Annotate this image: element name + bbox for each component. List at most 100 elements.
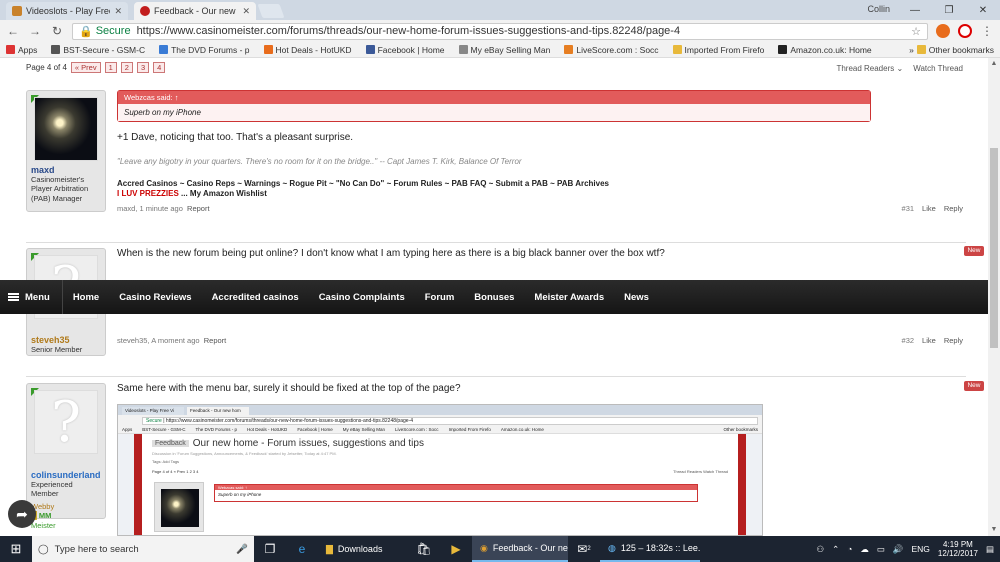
microphone-icon[interactable]: 🎤 [236,544,248,555]
task-view-icon[interactable]: ❐ [254,536,286,562]
like-button[interactable]: Like [922,204,936,213]
like-button[interactable]: Like [922,336,936,345]
nav-casino-complaints[interactable]: Casino Complaints [309,292,415,303]
nav-casino-reviews[interactable]: Casino Reviews [109,292,201,303]
opera-extension-icon[interactable] [958,24,972,38]
tab-feedback[interactable]: Feedback - Our new hom ✕ [134,2,256,20]
display-icon[interactable]: ▭ [877,544,885,555]
profile-name[interactable]: Collin [867,4,890,14]
page-3-button[interactable]: 3 [136,62,150,73]
taskbar-app-torrent[interactable]: ◍ 125 – 18:32s :: Lee... [600,536,700,562]
bookmark-star-icon[interactable]: ☆ [911,25,921,38]
mail-icon[interactable]: ✉ 2 [568,536,600,562]
volume-icon[interactable]: 🔊 [893,544,904,555]
maximize-icon[interactable]: ❐ [932,0,966,20]
network-icon[interactable]: ◔ [847,544,852,554]
bookmark-apps[interactable]: Apps [6,45,37,55]
other-bookmarks[interactable]: Other bookmarks [916,45,994,55]
media-player-icon[interactable]: ▶ [440,536,472,562]
report-link[interactable]: Report [204,336,227,345]
scroll-up-icon[interactable]: ▲ [988,58,1000,70]
bookmark-favicon-icon [458,45,468,54]
nav-bonuses[interactable]: Bonuses [464,292,524,303]
quote-author[interactable]: Webzcas said: ↑ [118,91,870,104]
embed-tags: Tags: Add Tags [152,459,180,464]
prev-page-button[interactable]: « Prev [70,62,101,73]
bookmark-bst[interactable]: BST-Secure - GSM-C [51,45,145,55]
close-window-icon[interactable]: ✕ [966,0,1000,20]
nav-news[interactable]: News [614,292,659,303]
thread-readers-link[interactable]: Thread Readers ⌄ [836,64,903,73]
nav-forum[interactable]: Forum [415,292,465,303]
post-message: Same here with the menu bar, surely it s… [117,383,461,394]
bookmark-hotukdeals[interactable]: Hot Deals - HotUKD [263,45,352,55]
hamburger-icon [8,293,19,301]
post-author-time[interactable]: steveh35, A moment ago [117,336,200,345]
taskbar-clock[interactable]: 4:19 PM 12/12/2017 [938,540,978,558]
nav-accredited-casinos[interactable]: Accredited casinos [202,292,309,303]
username-link[interactable]: maxd [27,161,105,175]
embedded-screenshot[interactable]: Videoslots - Play Free Vi Feedback - Our… [117,404,763,536]
action-center-icon[interactable]: ▤ [986,544,994,555]
url-text[interactable]: https://www.casinomeister.com/forums/thr… [137,25,906,37]
username-link[interactable]: colinsunderland [27,466,105,480]
chrome-menu-icon[interactable]: ⋮ [980,24,994,38]
page-2-button[interactable]: 2 [120,62,133,73]
menu-button[interactable]: Menu [0,280,63,314]
avatar[interactable] [34,390,98,454]
extension-icon[interactable] [936,24,950,38]
store-icon[interactable]: 🛍 [408,536,440,562]
back-icon[interactable]: ← [6,24,20,38]
minimize-icon[interactable]: — [898,0,932,20]
watch-thread-link[interactable]: Watch Thread [913,64,963,73]
page-scrollbar[interactable]: ▲ ▼ [988,58,1000,536]
bookmark-amazon[interactable]: Amazon.co.uk: Home [778,45,872,55]
taskbar-search-box[interactable]: ◯ Type here to search 🎤 [32,536,254,562]
bookmarks-bar: Apps BST-Secure - GSM-C The DVD Forums -… [0,42,1000,58]
signature-wishlist[interactable]: I LUV PREZZIES ... My Amazon Wishlist [117,189,963,198]
user-title: Senior Member [31,345,83,354]
forward-icon[interactable]: → [28,24,42,38]
close-tab-icon[interactable]: ✕ [114,6,122,17]
reply-button[interactable]: Reply [944,204,963,213]
bookmark-ebay[interactable]: My eBay Selling Man [458,45,550,55]
signature-prezzies[interactable]: I LUV PREZZIES [117,189,179,198]
scrollbar-thumb[interactable] [990,148,998,348]
flame-icon [263,45,273,54]
edge-browser-icon[interactable]: e [286,536,318,562]
bookmark-imported-firefox[interactable]: Imported From Firefo [672,45,764,55]
reload-icon[interactable]: ↻ [50,24,64,38]
bookmark-livescore[interactable]: LiveScore.com : Socc [564,45,659,55]
reply-button[interactable]: Reply [944,336,963,345]
nav-meister-awards[interactable]: Meister Awards [524,292,614,303]
post-author-time[interactable]: maxd, 1 minute ago [117,204,183,213]
share-icon[interactable]: ➦ [8,500,36,528]
taskbar-app-downloads[interactable]: ▇ Downloads [318,536,408,562]
taskbar-app-chrome[interactable]: ◉ Feedback - Our ne... [472,536,568,562]
bookmarks-overflow-icon[interactable]: » [909,45,914,55]
avatar[interactable] [34,97,98,161]
report-link[interactable]: Report [187,204,210,213]
tray-overflow-icon[interactable]: ⌃ [832,544,839,555]
windows-start-icon[interactable]: ⊞ [0,536,32,562]
tab-videoslots[interactable]: Videoslots - Play Free Vi ✕ [6,2,128,20]
post-number[interactable]: #31 [902,204,915,213]
apps-grid-icon [6,45,15,54]
bookmark-facebook[interactable]: Facebook | Home [365,45,445,55]
cloud-icon[interactable]: ☁ [860,544,869,555]
people-icon[interactable]: ⚇ [816,544,824,555]
nav-home[interactable]: Home [63,292,109,303]
signature-links[interactable]: Accred Casinos ~ Casino Reps ~ Warnings … [117,179,963,188]
language-indicator[interactable]: ENG [912,544,930,554]
signature-amazon-wishlist[interactable]: ... My Amazon Wishlist [181,189,267,198]
omnibox[interactable]: 🔒 Secure https://www.casinomeister.com/f… [72,22,928,40]
page-4-button[interactable]: 4 [153,62,166,73]
scroll-down-icon[interactable]: ▼ [988,524,1000,536]
new-tab-button[interactable] [257,4,285,18]
username-link[interactable]: steveh35 [27,331,105,345]
page-viewport: Page 4 of 4 « Prev 1 2 3 4 Thread Reader… [0,58,988,536]
page-1-button[interactable]: 1 [104,62,117,73]
close-tab-icon[interactable]: ✕ [242,6,250,17]
post-number[interactable]: #32 [902,336,915,345]
bookmark-dvd-forums[interactable]: The DVD Forums - p [159,45,250,55]
